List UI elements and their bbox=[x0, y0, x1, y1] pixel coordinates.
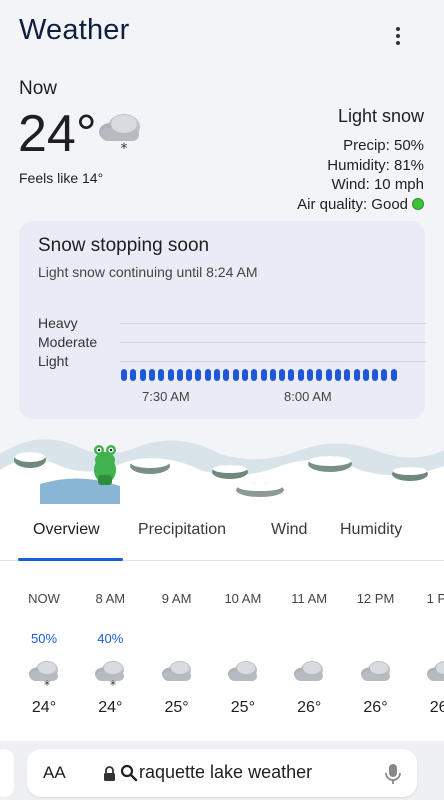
snow-intensity-bar bbox=[130, 369, 137, 381]
app-header: Weather bbox=[0, 0, 444, 70]
snow-intensity-bar bbox=[148, 369, 155, 381]
snow-intensity-bar bbox=[316, 369, 323, 381]
snow-scene-illustration bbox=[0, 420, 444, 504]
grid-line-moderate bbox=[120, 342, 426, 343]
feels-like: Feels like 14° bbox=[19, 170, 104, 186]
hour-temp: 25° bbox=[230, 699, 255, 716]
hour-temp: 24° bbox=[31, 699, 57, 716]
hour-time: 10 AM bbox=[224, 591, 262, 606]
snow-intensity-bar bbox=[381, 369, 388, 381]
app-title: Weather bbox=[19, 14, 130, 46]
hour-temp: 26° bbox=[363, 699, 388, 716]
hour-time: 11 AM bbox=[291, 591, 328, 606]
snow-intensity-bar bbox=[251, 369, 258, 381]
hour-temp: 25° bbox=[164, 699, 189, 716]
hour-temp: 26° bbox=[297, 699, 322, 716]
card-subtitle: Light snow continuing until 8:24 AM bbox=[38, 264, 258, 280]
snow-intensity-bar bbox=[344, 369, 351, 381]
svg-text:*: * bbox=[121, 141, 128, 154]
snow-intensity-bar bbox=[121, 369, 127, 381]
hour-temp: 26° bbox=[429, 699, 444, 716]
snow-intensity-bar bbox=[186, 369, 193, 381]
air-quality-value: Air quality: Good bbox=[297, 195, 408, 213]
tab-precipitation[interactable]: Precipitation bbox=[138, 521, 226, 539]
tick-label: 8:00 AM bbox=[284, 389, 332, 404]
snow-forecast-card[interactable]: Snow stopping soon Light snow continuing… bbox=[19, 221, 426, 419]
snow-intensity-bar bbox=[241, 369, 248, 381]
snow-intensity-bar bbox=[297, 369, 304, 381]
snow-intensity-bar bbox=[334, 369, 341, 381]
tab-overview[interactable]: Overview bbox=[33, 521, 100, 539]
cloud-icon bbox=[160, 659, 194, 694]
hour-precip: 40% bbox=[97, 631, 124, 646]
snow-intensity-bar bbox=[214, 369, 220, 381]
hour-time: 8 AM bbox=[95, 591, 126, 606]
snow-intensity-bar bbox=[362, 369, 369, 381]
snow-intensity-bar bbox=[167, 369, 174, 381]
humidity-value: Humidity: 81% bbox=[327, 156, 424, 174]
snow-intensity-bar bbox=[232, 369, 239, 381]
cloud-icon bbox=[425, 659, 444, 694]
cloud-icon bbox=[226, 659, 260, 694]
card-title: Snow stopping soon bbox=[38, 235, 210, 256]
cloud-icon bbox=[292, 659, 326, 694]
snow-intensity-bar bbox=[288, 369, 295, 381]
search-query: raquette lake weather bbox=[139, 762, 313, 782]
snow-intensity-bar bbox=[195, 369, 202, 381]
grid-line-light bbox=[120, 361, 426, 362]
snow-intensity-bars bbox=[121, 369, 397, 381]
snow-intensity-bar bbox=[223, 369, 230, 381]
current-temperature: 24° bbox=[18, 105, 97, 163]
grid-line-heavy bbox=[120, 323, 426, 324]
hour-time: NOW bbox=[28, 591, 60, 606]
microphone-icon[interactable] bbox=[384, 763, 402, 790]
address-bar[interactable]: AA raquette lake weather bbox=[27, 749, 417, 797]
snow-intensity-bar bbox=[260, 369, 267, 381]
cloud-snow-icon: * bbox=[93, 659, 127, 694]
hour-temp: 24° bbox=[98, 699, 123, 716]
text-size-button[interactable]: AA bbox=[43, 763, 66, 783]
cloud-snow-icon: * bbox=[97, 110, 143, 159]
svg-text:*: * bbox=[44, 678, 50, 689]
hour-time: 12 PM bbox=[356, 591, 395, 606]
level-light: Light bbox=[38, 353, 69, 369]
more-options-icon[interactable] bbox=[384, 22, 412, 50]
level-moderate: Moderate bbox=[38, 334, 98, 350]
snow-intensity-bar bbox=[307, 369, 313, 381]
svg-text:*: * bbox=[110, 678, 116, 689]
snow-intensity-bar bbox=[204, 369, 211, 381]
hourly-forecast[interactable]: NOW 50% * 24° 8 AM 40% * 24° 9 AM 25° 10 AM 25° 11 A… bbox=[0, 561, 444, 741]
hour-precip: 50% bbox=[30, 631, 58, 646]
browser-bottom-bar: AA raquette lake weather bbox=[0, 741, 444, 800]
cloud-icon bbox=[359, 659, 393, 694]
snow-intensity-bar bbox=[158, 369, 165, 381]
snow-intensity-bar bbox=[279, 369, 286, 381]
search-icon bbox=[120, 764, 138, 787]
snow-intensity-bar bbox=[139, 369, 146, 381]
snow-intensity-bar bbox=[325, 369, 332, 381]
precip-value: Precip: 50% bbox=[343, 137, 424, 154]
cloud-snow-icon: * bbox=[27, 659, 61, 694]
air-quality-dot bbox=[412, 197, 424, 210]
hour-time: 9 AM bbox=[161, 591, 192, 606]
tab-humidity[interactable]: Humidity bbox=[340, 521, 402, 539]
snow-intensity-bar bbox=[176, 369, 183, 381]
condition-label: Light snow bbox=[337, 106, 424, 126]
tab-wind[interactable]: Wind bbox=[271, 521, 307, 539]
snow-intensity-bar bbox=[372, 369, 379, 381]
air-quality-row: Air quality: Good bbox=[297, 195, 424, 215]
now-label: Now bbox=[19, 78, 58, 99]
current-details: Light snow Precip: 50% Humidity: 81% Win… bbox=[297, 106, 424, 214]
text-size-label: AA bbox=[43, 763, 66, 782]
snow-intensity-bar bbox=[269, 369, 276, 381]
previous-tab-chip[interactable] bbox=[0, 749, 14, 797]
level-heavy: Heavy bbox=[38, 315, 78, 331]
wind-value: Wind: 10 mph bbox=[331, 176, 424, 193]
snow-intensity-bar bbox=[390, 369, 397, 381]
hour-time: 1 PM bbox=[426, 591, 444, 606]
forecast-tabs: Overview Precipitation Wind Humidity bbox=[0, 504, 444, 561]
tick-label: 7:30 AM bbox=[142, 389, 190, 404]
lock-icon bbox=[103, 766, 116, 787]
snow-intensity-bar bbox=[353, 369, 360, 381]
